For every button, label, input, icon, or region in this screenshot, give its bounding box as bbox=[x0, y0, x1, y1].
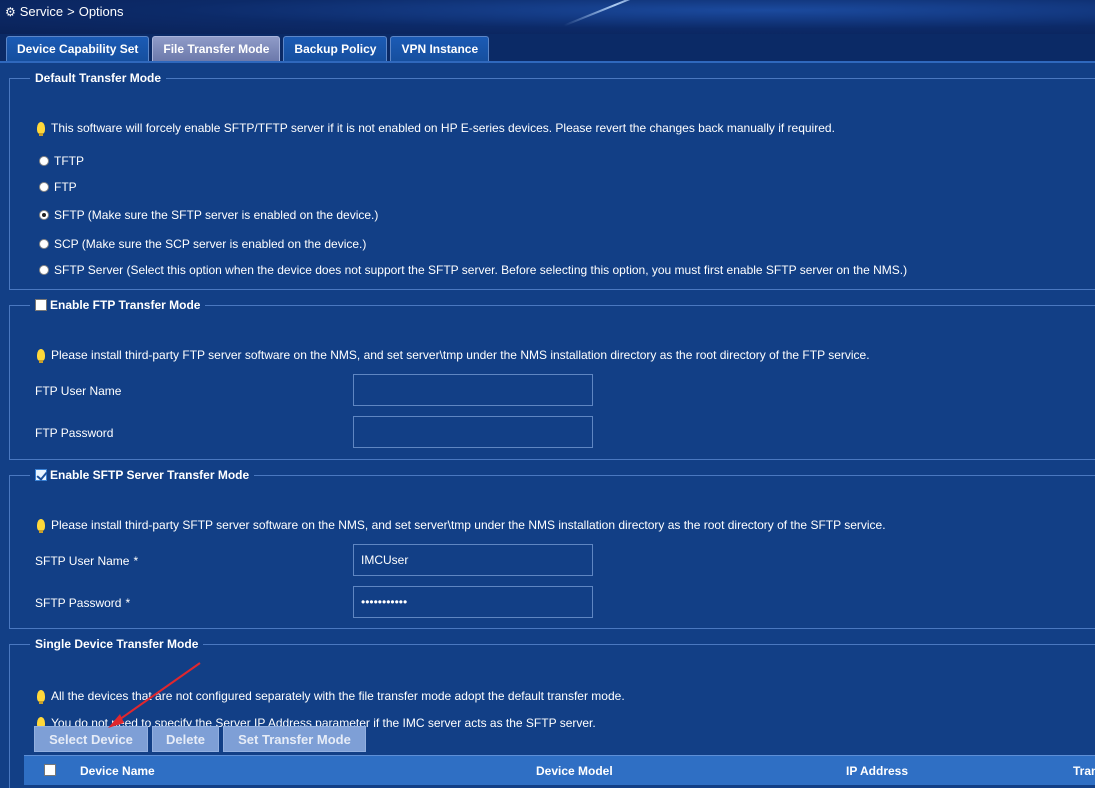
column-device-model[interactable]: Device Model bbox=[536, 764, 613, 778]
radio-scp[interactable] bbox=[39, 239, 49, 249]
default-transfer-mode-legend: Default Transfer Mode bbox=[35, 71, 162, 85]
radio-option-sftp-server[interactable]: SFTP Server (Select this option when the… bbox=[39, 263, 907, 277]
radio-tftp[interactable] bbox=[39, 156, 49, 166]
radio-sftp[interactable] bbox=[39, 210, 49, 220]
sftp-user-name-label: SFTP User Name * bbox=[35, 554, 139, 568]
sftp-transfer-mode-legend: Enable SFTP Server Transfer Mode bbox=[30, 468, 254, 482]
gear-icon: ⚙ bbox=[5, 4, 16, 19]
sftp-tip: Please install third-party SFTP server s… bbox=[37, 518, 886, 533]
radio-option-ftp[interactable]: FTP bbox=[39, 180, 77, 194]
sftp-server-transfer-mode-section: Enable SFTP Server Transfer Mode Please … bbox=[9, 468, 1095, 629]
top-bar: ⚙ Service > Options bbox=[0, 0, 1095, 34]
main-content: Default Transfer Mode This software will… bbox=[0, 61, 1095, 788]
radio-option-scp[interactable]: SCP (Make sure the SCP server is enabled… bbox=[39, 237, 366, 251]
lightbulb-icon bbox=[37, 122, 45, 136]
ftp-transfer-mode-section: Enable FTP Transfer Mode Please install … bbox=[9, 298, 1095, 460]
delete-button[interactable]: Delete bbox=[152, 726, 219, 752]
lightbulb-icon bbox=[37, 349, 45, 363]
breadcrumb-options: Options bbox=[78, 4, 124, 19]
tab-device-capability-set[interactable]: Device Capability Set bbox=[6, 36, 150, 61]
tab-bar: Device Capability Set File Transfer Mode… bbox=[6, 36, 490, 61]
sftp-password-label: SFTP Password * bbox=[35, 596, 131, 610]
radio-sftp-server[interactable] bbox=[39, 265, 49, 275]
tab-backup-policy[interactable]: Backup Policy bbox=[283, 36, 388, 61]
column-ip-address[interactable]: IP Address bbox=[846, 764, 908, 778]
ftp-transfer-mode-legend: Enable FTP Transfer Mode bbox=[30, 298, 205, 312]
ftp-password-label: FTP Password bbox=[35, 426, 114, 440]
tab-file-transfer-mode[interactable]: File Transfer Mode bbox=[152, 36, 281, 61]
enable-sftp-checkbox[interactable] bbox=[35, 469, 47, 481]
sftp-password-input[interactable] bbox=[353, 586, 593, 618]
column-device-name[interactable]: Device Name bbox=[80, 764, 155, 778]
lightbulb-icon bbox=[37, 519, 45, 533]
radio-option-tftp[interactable]: TFTP bbox=[39, 154, 84, 168]
device-table-header: Device Name Device Model IP Address Tran bbox=[24, 755, 1095, 785]
single-tip-1: All the devices that are not configured … bbox=[37, 689, 625, 704]
ftp-user-name-label: FTP User Name bbox=[35, 384, 122, 398]
radio-option-sftp[interactable]: SFTP (Make sure the SFTP server is enabl… bbox=[39, 208, 378, 222]
breadcrumb-service[interactable]: Service bbox=[20, 4, 63, 19]
required-mark: * bbox=[133, 554, 139, 568]
breadcrumb-separator: > bbox=[67, 4, 75, 19]
select-all-checkbox[interactable] bbox=[44, 764, 56, 776]
single-device-legend: Single Device Transfer Mode bbox=[35, 637, 199, 651]
required-mark: * bbox=[125, 596, 131, 610]
default-mode-tip: This software will forcely enable SFTP/T… bbox=[37, 121, 835, 136]
decorative-streak bbox=[563, 0, 667, 27]
select-device-button[interactable]: Select Device bbox=[34, 726, 148, 752]
breadcrumb: ⚙ Service > Options bbox=[5, 4, 124, 19]
column-transfer-mode[interactable]: Tran bbox=[1073, 764, 1095, 778]
default-transfer-mode-section: Default Transfer Mode This software will… bbox=[9, 71, 1095, 290]
enable-ftp-checkbox[interactable] bbox=[35, 299, 47, 311]
ftp-user-name-input[interactable] bbox=[353, 374, 593, 406]
radio-ftp[interactable] bbox=[39, 182, 49, 192]
ftp-tip: Please install third-party FTP server so… bbox=[37, 348, 870, 363]
set-transfer-mode-button[interactable]: Set Transfer Mode bbox=[223, 726, 366, 752]
lightbulb-icon bbox=[37, 690, 45, 704]
ftp-password-input[interactable] bbox=[353, 416, 593, 448]
tab-vpn-instance[interactable]: VPN Instance bbox=[390, 36, 490, 61]
sftp-user-name-input[interactable] bbox=[353, 544, 593, 576]
